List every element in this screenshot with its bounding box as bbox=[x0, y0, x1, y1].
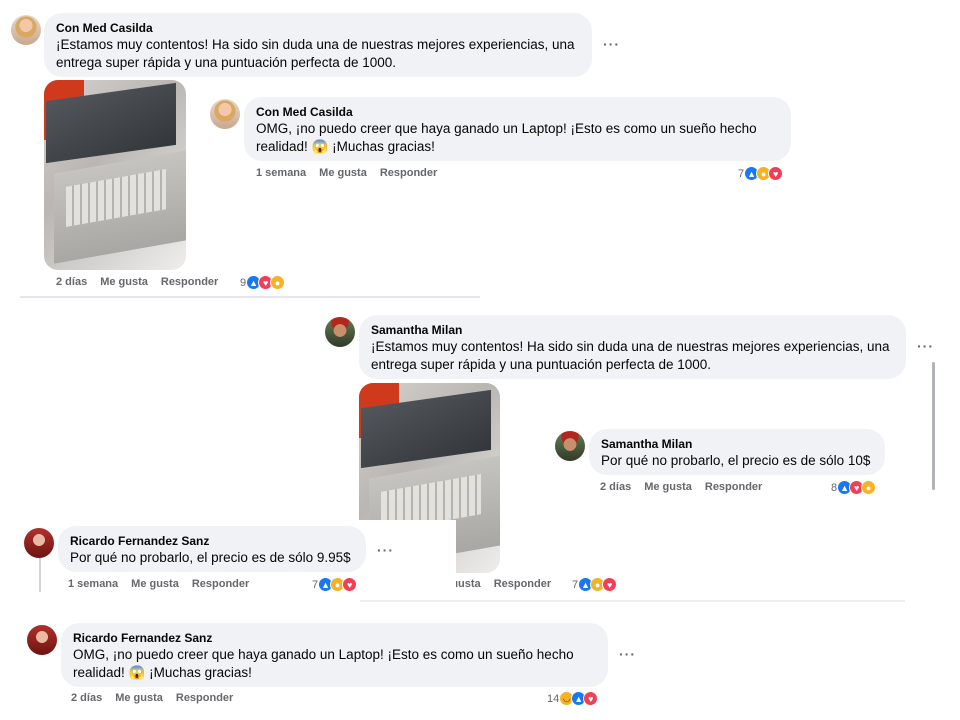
like-button[interactable]: Me gusta bbox=[644, 481, 692, 493]
comment-author[interactable]: Ricardo Fernandez Sanz bbox=[70, 534, 354, 549]
comment-author[interactable]: Samantha Milan bbox=[601, 437, 873, 452]
comment-text-b: ¡Muchas gracias! bbox=[149, 665, 252, 680]
reply-button[interactable]: Responder bbox=[192, 578, 249, 590]
thread-line bbox=[39, 558, 41, 592]
love-icon: ♥ bbox=[602, 577, 618, 592]
timestamp[interactable]: ıusta bbox=[455, 578, 481, 590]
more-options-icon[interactable]: ··· bbox=[619, 646, 636, 662]
timestamp[interactable]: 1 semana bbox=[256, 167, 306, 179]
reaction-summary[interactable]: 14 ◡ ▲ ♥ bbox=[547, 691, 599, 706]
love-icon: ♥ bbox=[768, 166, 784, 181]
comment-text: OMG, ¡no puedo creer que haya ganado un … bbox=[73, 646, 596, 682]
like-button[interactable]: Me gusta bbox=[100, 276, 148, 288]
divider bbox=[360, 600, 905, 602]
comment-bubble: Con Med Casilda ¡Estamos muy contentos! … bbox=[44, 13, 592, 77]
reaction-summary[interactable]: 7 ▲ ● ♥ bbox=[572, 577, 618, 592]
reaction-count: 14 bbox=[547, 692, 560, 705]
comment-actions: 1 semana Me gusta Responder bbox=[68, 578, 249, 590]
care-icon: ● bbox=[270, 275, 286, 290]
comment-author[interactable]: Samantha Milan bbox=[371, 323, 894, 338]
reply-button[interactable]: Responder bbox=[380, 167, 437, 179]
avatar[interactable] bbox=[555, 431, 585, 461]
comment-bubble: Ricardo Fernandez Sanz OMG, ¡no puedo cr… bbox=[61, 623, 608, 687]
scrollbar[interactable] bbox=[932, 362, 935, 490]
comment-text: OMG, ¡no puedo creer que haya ganado un … bbox=[256, 120, 779, 156]
scream-emoji-icon: 😱 bbox=[128, 665, 146, 680]
reply-bubble: Con Med Casilda OMG, ¡no puedo creer que… bbox=[244, 97, 791, 161]
avatar[interactable] bbox=[11, 15, 41, 45]
comment-text: Por qué no probarlo, el precio es de sól… bbox=[70, 550, 351, 565]
comment-author[interactable]: Ricardo Fernandez Sanz bbox=[73, 631, 596, 646]
comment-author[interactable]: Con Med Casilda bbox=[56, 21, 580, 36]
more-options-icon[interactable]: ··· bbox=[603, 36, 620, 52]
reply-button[interactable]: Responder bbox=[494, 578, 551, 590]
comment-actions: 2 días Me gusta Responder bbox=[56, 276, 218, 288]
comment-text: ¡Estamos muy contentos! Ha sido sin duda… bbox=[371, 339, 890, 372]
avatar[interactable] bbox=[210, 99, 240, 129]
timestamp[interactable]: 2 días bbox=[71, 692, 102, 704]
comment-text: ¡Estamos muy contentos! Ha sido sin duda… bbox=[56, 37, 575, 70]
love-icon: ♥ bbox=[583, 691, 599, 706]
comment-text-b: ¡Muchas gracias! bbox=[332, 139, 435, 154]
timestamp[interactable]: 1 semana bbox=[68, 578, 118, 590]
comment-text: Por qué no probarlo, el precio es de sól… bbox=[601, 453, 871, 468]
like-button[interactable]: Me gusta bbox=[115, 692, 163, 704]
comment-author[interactable]: Con Med Casilda bbox=[256, 105, 779, 120]
avatar[interactable] bbox=[24, 528, 54, 558]
comment-bubble: Ricardo Fernandez Sanz Por qué no probar… bbox=[58, 526, 366, 572]
more-options-icon[interactable]: ··· bbox=[917, 338, 934, 354]
like-button[interactable]: Me gusta bbox=[319, 167, 367, 179]
reply-button[interactable]: Responder bbox=[176, 692, 233, 704]
reply-bubble: Samantha Milan Por qué no probarlo, el p… bbox=[589, 429, 885, 475]
timestamp[interactable]: 2 días bbox=[56, 276, 87, 288]
avatar[interactable] bbox=[325, 317, 355, 347]
care-icon: ● bbox=[861, 480, 877, 495]
avatar[interactable] bbox=[27, 625, 57, 655]
laptop-photo[interactable] bbox=[44, 80, 186, 270]
reply-button[interactable]: Responder bbox=[161, 276, 218, 288]
more-options-icon[interactable]: ··· bbox=[377, 542, 394, 558]
reply-button[interactable]: Responder bbox=[705, 481, 762, 493]
comment-actions: 2 días Me gusta Responder bbox=[71, 692, 233, 704]
reaction-summary[interactable]: 7 ▲ ● ♥ bbox=[312, 577, 358, 592]
comment-bubble: Samantha Milan ¡Estamos muy contentos! H… bbox=[359, 315, 906, 379]
reaction-summary[interactable]: 8 ▲ ♥ ● bbox=[831, 480, 877, 495]
comment-actions: 1 semana Me gusta Responder bbox=[256, 167, 437, 179]
timestamp[interactable]: 2 días bbox=[600, 481, 631, 493]
comment-actions: ıusta Responder bbox=[455, 578, 551, 590]
love-icon: ♥ bbox=[342, 577, 358, 592]
reaction-summary[interactable]: 7 ▲ ● ♥ bbox=[738, 166, 784, 181]
reaction-summary[interactable]: 9 ▲ ♥ ● bbox=[240, 275, 286, 290]
comment-actions: 2 días Me gusta Responder bbox=[600, 481, 762, 493]
divider bbox=[20, 296, 480, 298]
scream-emoji-icon: 😱 bbox=[311, 139, 329, 154]
like-button[interactable]: Me gusta bbox=[131, 578, 179, 590]
